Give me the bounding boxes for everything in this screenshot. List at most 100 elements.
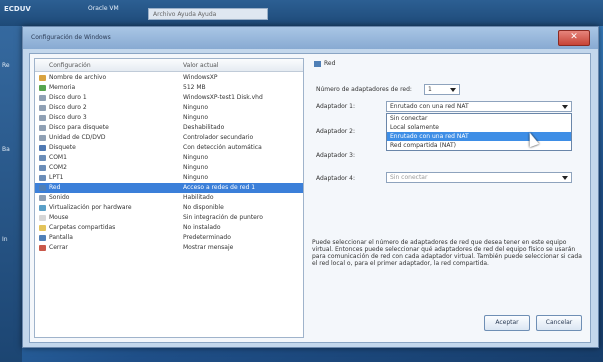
list-row[interactable]: Carpetas compartidas No instalado	[35, 223, 303, 233]
setting-value: Ninguno	[183, 104, 209, 111]
list-row[interactable]: Disco duro 2 Ninguno	[35, 103, 303, 113]
adapter-dropdown: Sin conectar Local solamente Enrutado co…	[386, 113, 572, 151]
setting-value: Mostrar mensaje	[183, 244, 234, 251]
setting-value: Acceso a redes de red 1	[183, 184, 256, 191]
setting-value: Predeterminado	[183, 234, 231, 241]
description-text: Puede seleccionar el número de adaptador…	[312, 239, 582, 267]
list-row[interactable]: Disco duro 3 Ninguno	[35, 113, 303, 123]
window-title: Configuración de Windows	[31, 34, 111, 41]
close-button[interactable]: ✕	[558, 30, 590, 46]
list-row[interactable]: COM2 Ninguno	[35, 163, 303, 173]
window-label[interactable]: Oracle VM	[88, 5, 119, 12]
setting-icon	[39, 225, 46, 231]
setting-name: Disco para disquete	[49, 124, 109, 131]
adapter-1-label: Adaptador 1:	[316, 103, 356, 110]
setting-icon	[39, 215, 46, 221]
network-pane: Red Número de adaptadores de red: 1 Adap…	[312, 58, 588, 338]
list-row[interactable]: Virtualización por hardware No disponible	[35, 203, 303, 213]
setting-name: Disco duro 1	[49, 94, 87, 101]
list-row[interactable]: Disquete Con detección automática	[35, 143, 303, 153]
setting-value: Ninguno	[183, 164, 209, 171]
setting-name: Nombre de archivo	[49, 74, 107, 81]
num-adapters-label: Número de adaptadores de red:	[316, 86, 412, 93]
col-value[interactable]: Valor actual	[183, 62, 219, 69]
setting-name: Virtualización por hardware	[49, 204, 132, 211]
setting-name: LPT1	[49, 174, 64, 181]
setting-value: Controlador secundario	[183, 134, 254, 141]
pane-header: Red	[314, 60, 335, 67]
setting-name: Disco duro 2	[49, 104, 87, 111]
cancel-button[interactable]: Cancelar	[536, 315, 582, 331]
desktop-label: Ba	[2, 146, 10, 153]
num-adapters-value: 1	[428, 86, 432, 93]
adapter-1-select[interactable]: Enrutado con una red NAT	[386, 101, 572, 112]
setting-value: WindowsXP-test1 Disk.vhd	[183, 94, 263, 101]
setting-value: Ninguno	[183, 154, 209, 161]
setting-icon	[39, 105, 46, 111]
num-adapters-select[interactable]: 1	[424, 84, 460, 95]
setting-icon	[39, 115, 46, 121]
settings-content: Configuración Valor actual Nombre de arc…	[29, 53, 591, 343]
setting-name: Memoria	[49, 84, 76, 91]
list-header: Configuración Valor actual	[35, 59, 303, 72]
list-row[interactable]: Disco para disquete Deshabilitado	[35, 123, 303, 133]
setting-value: 512 MB	[183, 84, 206, 91]
col-config[interactable]: Configuración	[49, 62, 91, 69]
settings-window: Configuración de Windows ✕ Configuración…	[22, 26, 599, 348]
setting-value: Ninguno	[183, 174, 209, 181]
setting-icon	[39, 85, 46, 91]
setting-name: Red	[49, 184, 61, 191]
desktop-label: Re	[2, 62, 10, 69]
dropdown-option[interactable]: Sin conectar	[387, 114, 571, 123]
setting-value: Habilitado	[183, 194, 214, 201]
setting-name: Sonido	[49, 194, 70, 201]
list-row[interactable]: Mouse Sin integración de puntero	[35, 213, 303, 223]
list-row[interactable]: Cerrar Mostrar mensaje	[35, 243, 303, 253]
menu-bar[interactable]: Archivo Ayuda Ayuda	[148, 8, 268, 20]
setting-value: Con detección automática	[183, 144, 262, 151]
setting-icon	[39, 235, 46, 241]
list-row[interactable]: Unidad de CD/DVD Controlador secundario	[35, 133, 303, 143]
setting-icon	[39, 195, 46, 201]
settings-list: Configuración Valor actual Nombre de arc…	[34, 58, 304, 338]
setting-value: Sin integración de puntero	[183, 214, 263, 221]
setting-icon	[39, 185, 46, 191]
dropdown-option[interactable]: Red compartida (NAT)	[387, 141, 571, 150]
adapter-3-label: Adaptador 3:	[316, 152, 356, 159]
desktop-strip: Re Ba In	[0, 26, 22, 362]
pane-title: Red	[324, 60, 336, 67]
list-row[interactable]: Disco duro 1 WindowsXP-test1 Disk.vhd	[35, 93, 303, 103]
setting-value: Deshabilitado	[183, 124, 225, 131]
setting-icon	[39, 245, 46, 251]
chevron-down-icon	[562, 176, 568, 180]
setting-icon	[39, 145, 46, 151]
list-row[interactable]: Red Acceso a redes de red 1	[35, 183, 303, 193]
list-row[interactable]: Nombre de archivo WindowsXP	[35, 73, 303, 83]
close-icon: ✕	[570, 32, 578, 42]
taskbar: ECDUV Oracle VM Archivo Ayuda Ayuda	[0, 0, 603, 26]
setting-name: Pantalla	[49, 234, 73, 241]
list-row[interactable]: Pantalla Predeterminado	[35, 233, 303, 243]
adapter-1-value: Enrutado con una red NAT	[390, 103, 469, 110]
list-row[interactable]: Sonido Habilitado	[35, 193, 303, 203]
setting-value: No instalado	[183, 224, 221, 231]
list-row[interactable]: COM1 Ninguno	[35, 153, 303, 163]
list-row[interactable]: Memoria 512 MB	[35, 83, 303, 93]
setting-icon	[39, 205, 46, 211]
setting-icon	[39, 75, 46, 81]
setting-name: Unidad de CD/DVD	[49, 134, 106, 141]
dropdown-option[interactable]: Local solamente	[387, 123, 571, 132]
setting-name: COM2	[49, 164, 67, 171]
adapter-4-label: Adaptador 4:	[316, 175, 356, 182]
setting-value: No disponible	[183, 204, 224, 211]
chevron-down-icon	[562, 105, 568, 109]
chevron-down-icon	[450, 88, 456, 92]
adapter-4-value: Sin conectar	[390, 174, 428, 181]
setting-name: Cerrar	[49, 244, 68, 251]
list-row[interactable]: LPT1 Ninguno	[35, 173, 303, 183]
title-bar[interactable]: Configuración de Windows ✕	[23, 27, 598, 49]
adapter-4-select[interactable]: Sin conectar	[386, 172, 572, 183]
setting-name: COM1	[49, 154, 67, 161]
dropdown-option-selected[interactable]: Enrutado con una red NAT	[387, 132, 571, 141]
accept-button[interactable]: Aceptar	[484, 315, 530, 331]
